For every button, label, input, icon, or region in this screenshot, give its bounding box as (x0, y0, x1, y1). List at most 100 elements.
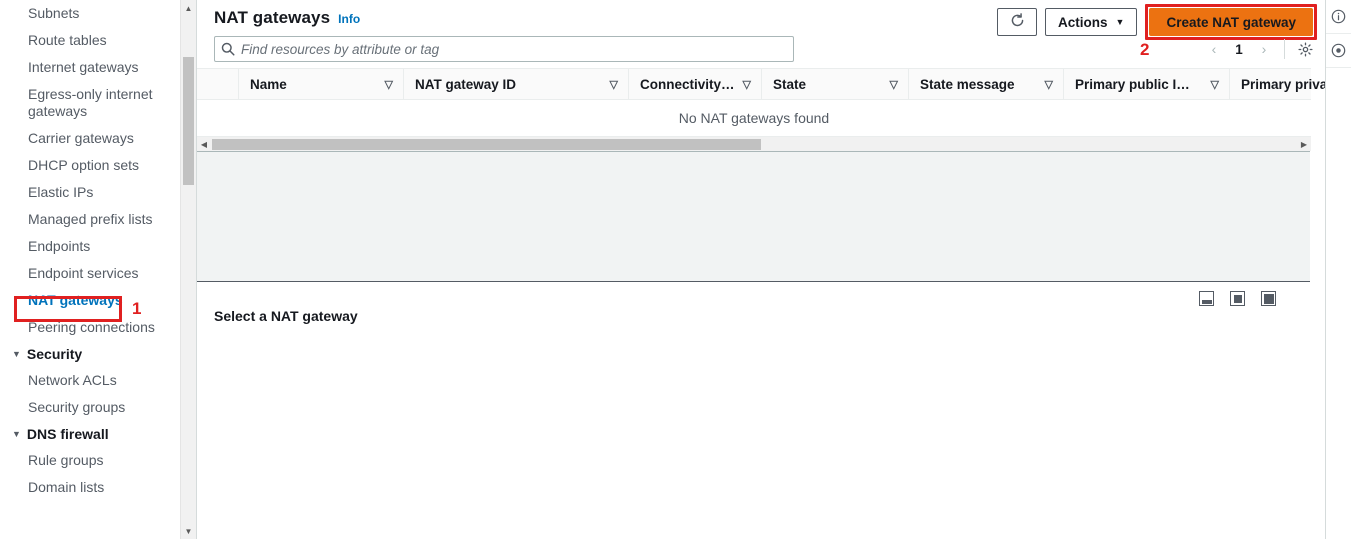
info-link[interactable]: Info (338, 12, 360, 26)
scroll-down-arrow-icon[interactable]: ▼ (181, 523, 196, 539)
sidebar-item-domain-lists[interactable]: Domain lists (0, 474, 196, 501)
nat-gateways-table: Name ▽ NAT gateway ID ▽ Connectivity… ▽ … (197, 68, 1327, 151)
table-horizontal-scrollbar[interactable]: ◀ ▶ (197, 136, 1311, 151)
actions-button[interactable]: Actions ▼ (1045, 8, 1138, 36)
sidebar-section-security[interactable]: ▼ Security (0, 341, 196, 367)
sidebar-section-label: DNS firewall (26, 426, 109, 442)
column-header-primary-public-ip[interactable]: Primary public I… ▽ (1063, 69, 1229, 99)
sidebar-item-label: Peering connections (28, 319, 155, 335)
column-label: NAT gateway ID (415, 76, 517, 92)
annotation-step-1: 1 (132, 299, 142, 318)
sidebar-item-route-tables[interactable]: Route tables (0, 27, 196, 54)
sort-icon: ▽ (384, 78, 393, 91)
sidebar-scrollbar[interactable]: ▲ ▼ (180, 0, 196, 539)
sidebar-item-label: Egress-only internet gateways (28, 86, 153, 119)
sidebar-item-elastic-ips[interactable]: Elastic IPs (0, 179, 196, 206)
sidebar-item-internet-gateways[interactable]: Internet gateways (0, 54, 196, 81)
sidebar-item-label: Security groups (28, 399, 126, 415)
vpc-console: Subnets Route tables Internet gateways E… (0, 0, 1351, 539)
column-header-name[interactable]: Name ▽ (238, 69, 403, 99)
search-input[interactable] (241, 41, 793, 57)
split-panel-layout-options (1199, 291, 1276, 306)
column-header-state-message[interactable]: State message ▽ (908, 69, 1063, 99)
sidebar-list: Subnets Route tables Internet gateways E… (0, 0, 196, 501)
create-button-highlight: Create NAT gateway (1145, 4, 1317, 40)
content-header: NAT gateways Info Find resources by attr… (197, 0, 1351, 68)
sidebar-item-label: Carrier gateways (28, 130, 134, 146)
create-nat-gateway-button[interactable]: Create NAT gateway (1149, 8, 1313, 36)
chevron-down-icon: ▼ (12, 348, 21, 359)
sidebar-item-network-acls[interactable]: Network ACLs (0, 367, 196, 394)
sidebar-item-label: DHCP option sets (28, 157, 140, 173)
sort-icon: ▽ (1044, 78, 1053, 91)
column-label: Connectivity… (640, 76, 735, 92)
scroll-left-arrow-icon[interactable]: ◀ (197, 137, 211, 152)
table-header-row: Name ▽ NAT gateway ID ▽ Connectivity… ▽ … (197, 69, 1327, 100)
page-title-row: NAT gateways Info (214, 8, 360, 28)
search-icon (215, 42, 241, 56)
table-scrollbar-thumb[interactable] (212, 139, 761, 150)
sidebar-item-peering-connections[interactable]: Peering connections (0, 314, 196, 341)
annotation-step-2: 2 (1140, 40, 1150, 59)
actions-label: Actions (1058, 14, 1108, 30)
sidebar-item-security-groups[interactable]: Security groups (0, 394, 196, 421)
sidebar-item-carrier-gateways[interactable]: Carrier gateways (0, 125, 196, 152)
scroll-right-arrow-icon[interactable]: ▶ (1297, 137, 1311, 152)
sidebar-item-endpoints[interactable]: Endpoints (0, 233, 196, 260)
sidebar-item-label: Managed prefix lists (28, 211, 153, 227)
refresh-icon (1010, 13, 1025, 31)
chevron-down-icon: ▼ (1115, 16, 1125, 27)
column-label: State message (920, 76, 1015, 92)
sidebar-item-egress-only-internet-gateways[interactable]: Egress-only internet gateways (0, 81, 196, 125)
sidebar-item-label: Route tables (28, 32, 107, 48)
scroll-up-arrow-icon[interactable]: ▲ (181, 0, 196, 16)
pagination-prev-icon[interactable]: ‹ (1202, 38, 1226, 60)
split-panel-bottom-icon[interactable] (1199, 291, 1214, 306)
sidebar-item-nat-gateways[interactable]: NAT gateways (0, 287, 196, 314)
sidebar-item-label: NAT gateways (28, 292, 123, 308)
sidebar-item-label: Rule groups (28, 452, 104, 468)
pagination: ‹ 1 › (1202, 38, 1317, 60)
column-label: Primary public I… (1075, 76, 1190, 92)
main-content: NAT gateways Info Find resources by attr… (196, 0, 1351, 539)
sidebar-item-label: Endpoints (28, 238, 91, 254)
sidebar-navigation: Subnets Route tables Internet gateways E… (0, 0, 196, 539)
column-label: Name (250, 76, 287, 92)
column-header-nat-gateway-id[interactable]: NAT gateway ID ▽ (403, 69, 628, 99)
column-header-connectivity[interactable]: Connectivity… ▽ (628, 69, 761, 99)
sidebar-scrollbar-thumb[interactable] (183, 57, 194, 185)
column-header-state[interactable]: State ▽ (761, 69, 908, 99)
toolbar-divider (1284, 39, 1285, 59)
sidebar-item-label: Network ACLs (28, 372, 117, 388)
split-panel-title: Select a NAT gateway (214, 308, 358, 324)
help-panel-icon[interactable] (1326, 34, 1351, 68)
sidebar-item-label: Internet gateways (28, 59, 139, 75)
search-box[interactable] (214, 36, 794, 62)
table-empty-state: No NAT gateways found (197, 100, 1311, 136)
sidebar-section-dns-firewall[interactable]: ▼ DNS firewall (0, 421, 196, 447)
sidebar-item-dhcp-option-sets[interactable]: DHCP option sets (0, 152, 196, 179)
sidebar-item-label: Subnets (28, 5, 80, 21)
sort-icon: ▽ (609, 78, 618, 91)
gear-icon[interactable] (1293, 38, 1317, 60)
column-header-select-all[interactable] (197, 69, 238, 99)
sidebar-item-managed-prefix-lists[interactable]: Managed prefix lists (0, 206, 196, 233)
pagination-next-icon[interactable]: › (1252, 38, 1276, 60)
right-rail (1325, 0, 1351, 539)
sidebar-item-subnets[interactable]: Subnets (0, 0, 196, 27)
sidebar-section-label: Security (26, 346, 83, 362)
sidebar-item-rule-groups[interactable]: Rule groups (0, 447, 196, 474)
split-panel-side-icon[interactable] (1230, 291, 1245, 306)
page-title: NAT gateways (214, 8, 331, 27)
pagination-page-1[interactable]: 1 (1228, 38, 1250, 60)
refresh-button[interactable] (997, 8, 1038, 36)
content-filler (197, 151, 1310, 282)
chevron-down-icon: ▼ (12, 428, 21, 439)
split-panel-full-icon[interactable] (1261, 291, 1276, 306)
sidebar-item-label: Domain lists (28, 479, 105, 495)
info-panel-icon[interactable] (1326, 0, 1351, 34)
sidebar-item-label: Elastic IPs (28, 184, 94, 200)
split-panel: Select a NAT gateway (197, 282, 1310, 526)
sort-icon: ▽ (742, 78, 751, 91)
sidebar-item-endpoint-services[interactable]: Endpoint services (0, 260, 196, 287)
